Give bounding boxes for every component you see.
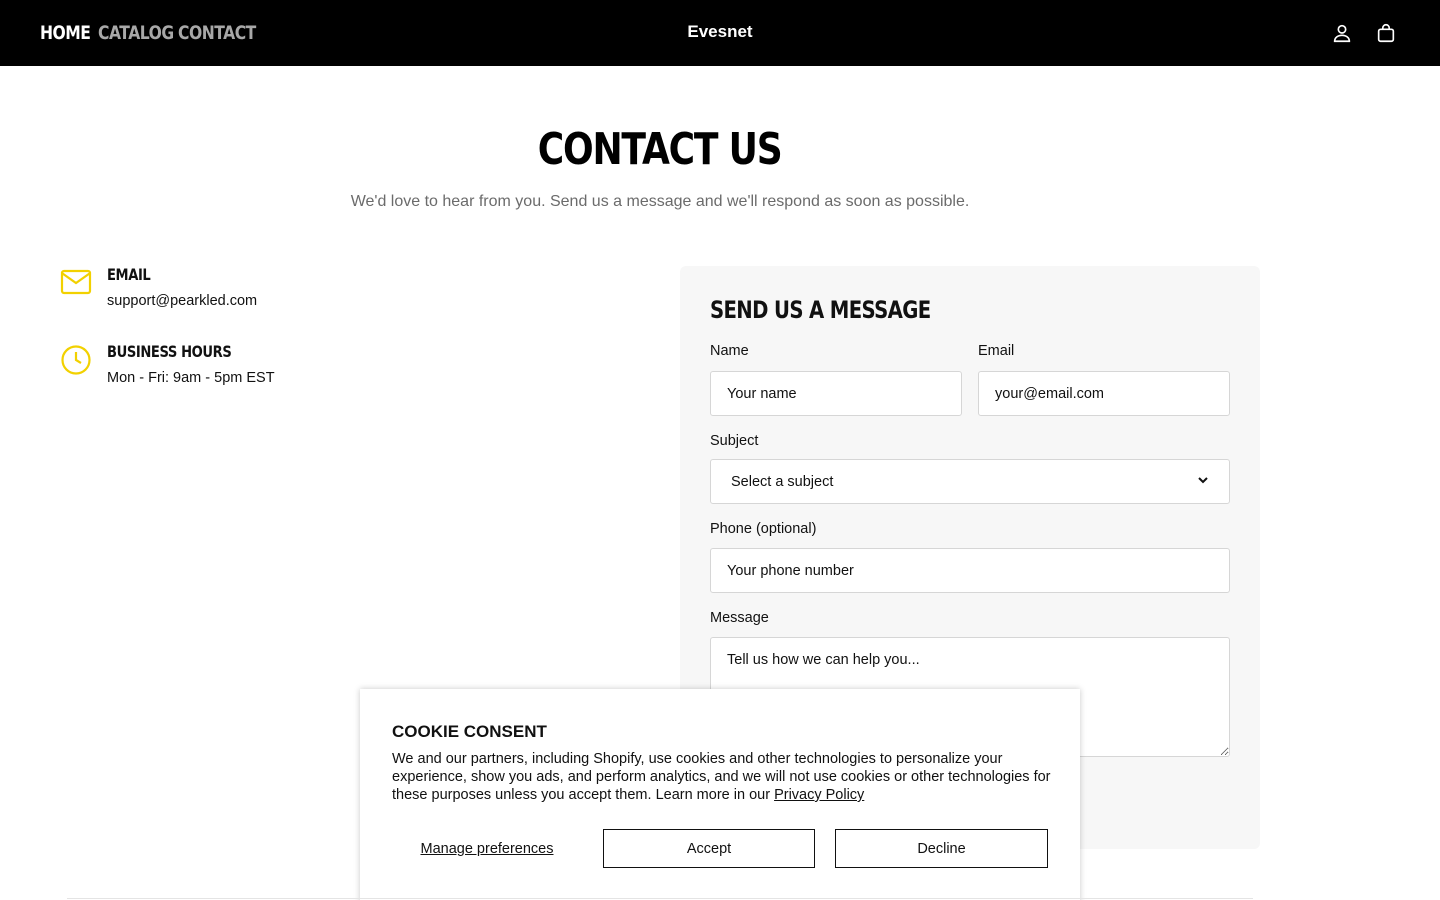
page-title: CONTACT US [538, 124, 783, 175]
footer-divider [67, 898, 1253, 899]
email-input[interactable] [978, 371, 1230, 416]
manage-preferences-link[interactable]: Manage preferences [392, 829, 582, 869]
phone-label: Phone (optional) [710, 521, 817, 537]
email-address: support@pearkled.com [107, 293, 258, 309]
mail-icon [60, 267, 92, 299]
chevron-down-icon [1197, 474, 1209, 490]
cookie-consent-banner: COOKIE CONSENT We and our partners, incl… [360, 689, 1080, 900]
hours-heading: BUSINESS HOURS [107, 342, 232, 361]
message-label: Message [710, 610, 769, 626]
subject-label: Subject [710, 433, 759, 449]
site-header: HOME CATALOG CONTACT Evesnet [0, 0, 1440, 66]
cart-icon[interactable] [1375, 22, 1397, 44]
brand-logo-text[interactable]: Evesnet [0, 22, 1440, 42]
email-label: Email [978, 343, 1015, 359]
cookie-body-text: We and our partners, including Shopify, … [392, 751, 1051, 803]
accept-button[interactable]: Accept [603, 829, 815, 868]
clock-icon [60, 344, 92, 376]
subject-select[interactable]: Select a subject [710, 459, 1230, 504]
subject-selected-value: Select a subject [731, 473, 834, 490]
form-title: SEND US A MESSAGE [710, 296, 931, 324]
name-input[interactable] [710, 371, 962, 416]
page-subtitle: We'd love to hear from you. Send us a me… [350, 193, 970, 210]
email-heading: EMAIL [107, 265, 151, 284]
cookie-title: COOKIE CONSENT [392, 722, 547, 741]
phone-input[interactable] [710, 548, 1230, 593]
cookie-description: We and our partners, including Shopify, … [392, 750, 1052, 804]
privacy-policy-link[interactable]: Privacy Policy [774, 787, 864, 803]
name-label: Name [710, 343, 749, 359]
decline-button[interactable]: Decline [835, 829, 1048, 868]
account-icon[interactable] [1331, 22, 1353, 44]
business-hours-text: Mon - Fri: 9am - 5pm EST [107, 370, 275, 386]
